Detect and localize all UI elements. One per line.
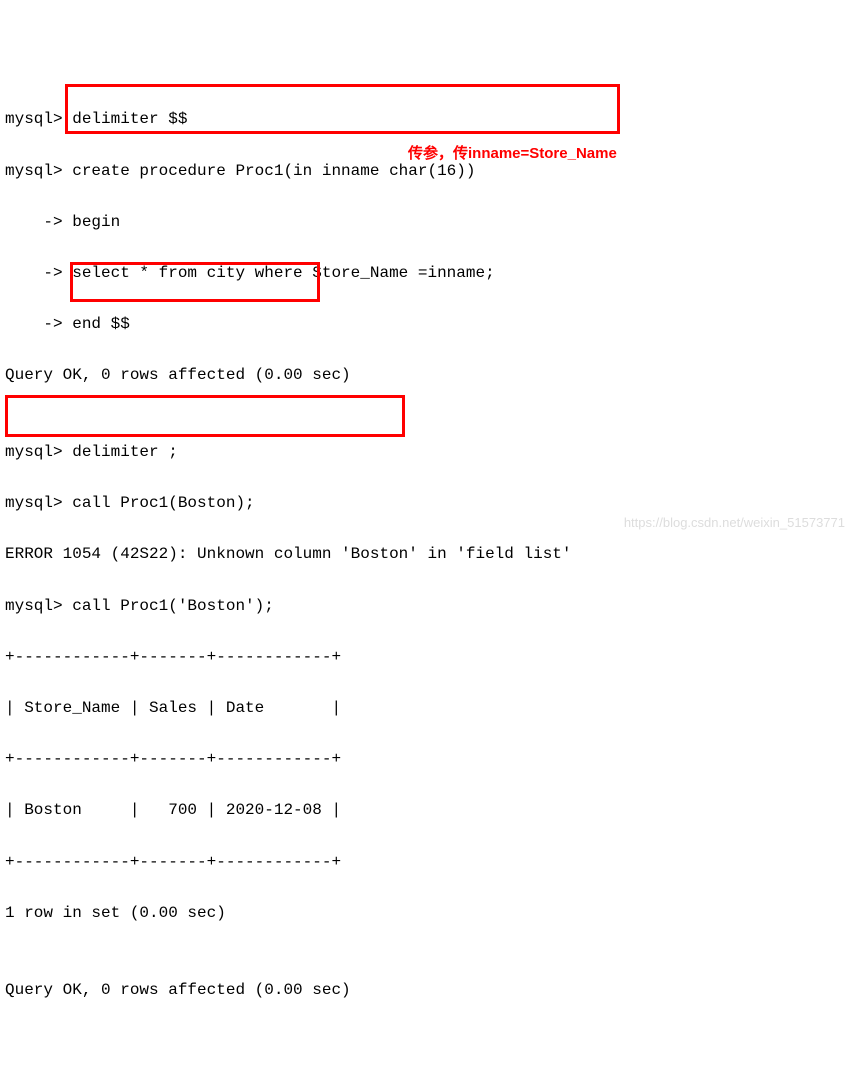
terminal-line-14: +------------+-------+------------+ [5, 747, 850, 773]
terminal-line-17: 1 row in set (0.00 sec) [5, 901, 850, 927]
terminal-line-8: mysql> delimiter ; [5, 440, 850, 466]
terminal-line-4: -> select * from city where Store_Name =… [5, 261, 850, 287]
terminal-line-10: ERROR 1054 (42S22): Unknown column 'Bost… [5, 542, 850, 568]
terminal-line-3: -> begin [5, 210, 850, 236]
terminal-line-5: -> end $$ [5, 312, 850, 338]
highlight-box-result-row [5, 395, 405, 437]
terminal-line-16: +------------+-------+------------+ [5, 850, 850, 876]
annotation-text: 传参，传inname=Store_Name [408, 142, 617, 166]
terminal-line-1: mysql> delimiter $$ [5, 107, 850, 133]
watermark-text: https://blog.csdn.net/weixin_51573771 [624, 513, 845, 534]
terminal-line-19: Query OK, 0 rows affected (0.00 sec) [5, 978, 850, 1004]
terminal-line-12: +------------+-------+------------+ [5, 645, 850, 671]
terminal-line-11: mysql> call Proc1('Boston'); [5, 594, 850, 620]
terminal-line-15: | Boston | 700 | 2020-12-08 | [5, 798, 850, 824]
terminal-line-13: | Store_Name | Sales | Date | [5, 696, 850, 722]
terminal-line-6: Query OK, 0 rows affected (0.00 sec) [5, 363, 850, 389]
